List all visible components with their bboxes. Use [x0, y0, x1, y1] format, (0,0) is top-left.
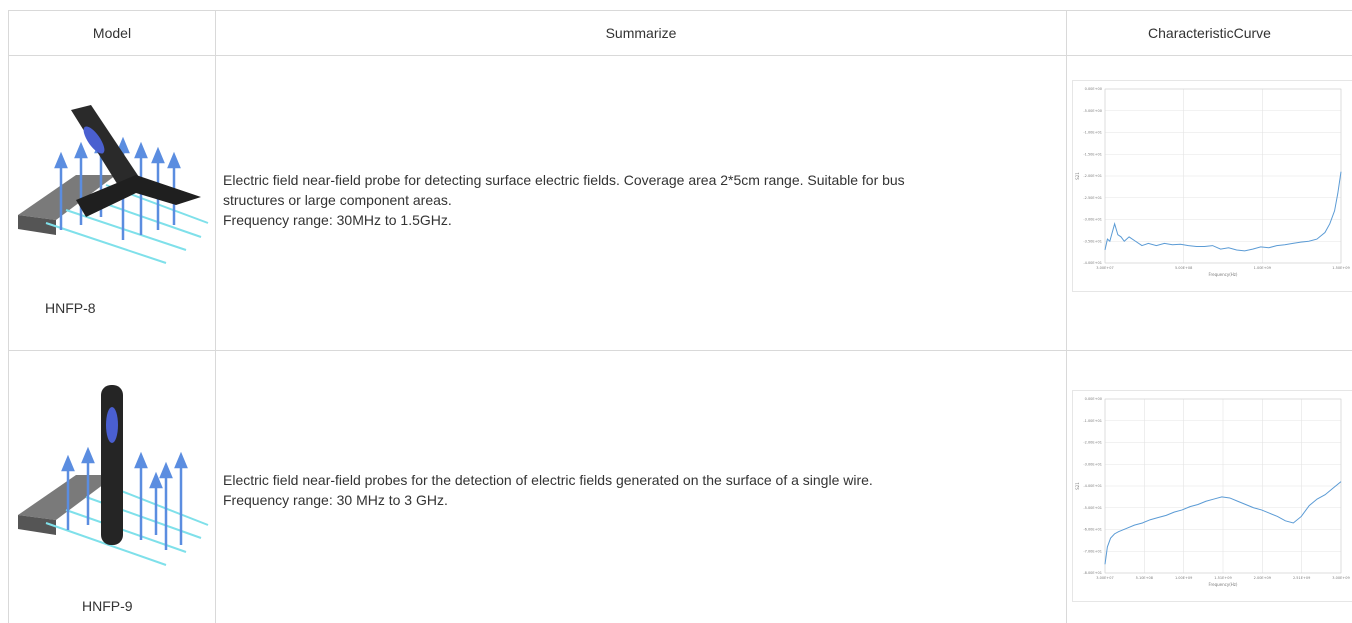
- y-tick-label: -3.00E+01: [1083, 218, 1102, 222]
- column-divider-1: [215, 10, 216, 623]
- y-tick-label: -7.00E+01: [1083, 549, 1102, 553]
- y-tick-label: -5.00E+01: [1083, 506, 1102, 510]
- summary-hnfp-9: Electric field near-field probes for the…: [223, 470, 873, 510]
- x-axis-label: Frequency(Hz): [1209, 582, 1238, 587]
- y-tick-label: 0.00E+00: [1085, 87, 1102, 91]
- y-tick-label: -3.50E+01: [1083, 239, 1102, 243]
- y-tick-label: -8.00E+01: [1083, 571, 1102, 575]
- summary-line: Frequency range: 30MHz to 1.5GHz.: [223, 212, 452, 228]
- characteristic-curve-hnfp-9: 0.00E+00 -1.00E+01 -2.00E+01 -3.00E+01 -4.00…: [1072, 390, 1352, 602]
- table-left-border: [8, 10, 9, 623]
- y-tick-label: -1.00E+01: [1083, 419, 1102, 423]
- x-tick-label: 2.51E+09: [1293, 576, 1310, 580]
- x-tick-label: 2.00E+09: [1254, 576, 1271, 580]
- summary-line: structures or large component areas.: [223, 192, 452, 208]
- y-tick-label: -5.00E+00: [1083, 109, 1102, 113]
- series-line: [1104, 171, 1342, 252]
- row-separator: [8, 350, 1352, 351]
- y-axis-label: S21: [1075, 172, 1080, 180]
- x-tick-label: 1.00E+09: [1175, 576, 1192, 580]
- y-tick-label: -6.00E+01: [1083, 528, 1102, 532]
- summary-line: Electric field near-field probes for the…: [223, 472, 873, 488]
- x-tick-label: 1.00E+09: [1254, 266, 1271, 270]
- x-tick-label: 5.00E+08: [1175, 266, 1192, 270]
- y-axis-label: S21: [1075, 482, 1080, 490]
- chart-hnfp-9: 0.00E+00 -1.00E+01 -2.00E+01 -3.00E+01 -4.00…: [1075, 397, 1350, 587]
- y-tick-label: -2.00E+01: [1083, 174, 1102, 178]
- x-tick-label: 1.50E+09: [1332, 266, 1349, 270]
- x-tick-label: 3.00E+09: [1332, 576, 1349, 580]
- header-summarize: Summarize: [605, 24, 677, 41]
- header-bottom-border: [8, 55, 1352, 56]
- y-tick-label: -2.00E+01: [1083, 441, 1102, 445]
- probe-image-hnfp-8: [18, 105, 209, 264]
- y-tick-label: -1.50E+01: [1083, 152, 1102, 156]
- summary-hnfp-8: Electric field near-field probe for dete…: [223, 170, 905, 230]
- x-tick-label: 3.00E+07: [1096, 576, 1113, 580]
- characteristic-curve-hnfp-8: 0.00E+00 -5.00E+00 -1.00E+01 -1.50E+01 -2.00…: [1072, 80, 1352, 292]
- y-tick-label: -4.00E+01: [1083, 484, 1102, 488]
- header-characteristic-curve: CharacteristicCurve: [1148, 24, 1271, 41]
- x-tick-label: 5.10E+08: [1136, 576, 1153, 580]
- header-model: Model: [92, 24, 132, 41]
- y-tick-label: -1.00E+01: [1083, 131, 1102, 135]
- summary-line: Electric field near-field probe for dete…: [223, 172, 905, 188]
- x-tick-label: 3.00E+07: [1096, 266, 1113, 270]
- x-tick-label: 1.51E+09: [1214, 576, 1231, 580]
- y-tick-label: -2.50E+01: [1083, 196, 1102, 200]
- chart-hnfp-8: 0.00E+00 -5.00E+00 -1.00E+01 -1.50E+01 -2.00…: [1075, 87, 1350, 277]
- x-axis-label: Frequency(Hz): [1209, 272, 1238, 277]
- probe-image-hnfp-9: [18, 385, 209, 566]
- column-divider-2: [1066, 10, 1067, 623]
- model-name-hnfp-9: HNFP-9: [82, 598, 133, 614]
- y-tick-label: 0.00E+00: [1085, 397, 1102, 401]
- y-tick-label: -3.00E+01: [1083, 462, 1102, 466]
- model-name-hnfp-8: HNFP-8: [45, 300, 96, 316]
- y-tick-label: -4.00E+01: [1083, 261, 1102, 265]
- summary-line: Frequency range: 30 MHz to 3 GHz.: [223, 492, 448, 508]
